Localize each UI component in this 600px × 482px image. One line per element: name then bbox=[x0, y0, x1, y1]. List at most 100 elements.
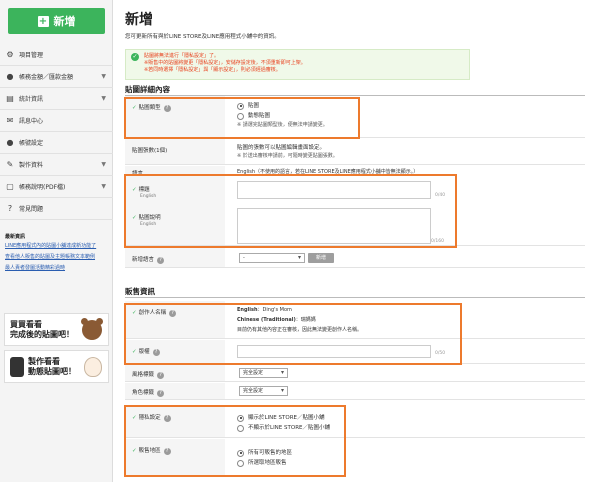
copyright-input[interactable] bbox=[237, 345, 431, 358]
section-title-details: 貼圖詳細內容 bbox=[125, 85, 170, 94]
character-tag-select[interactable]: 完全設定 bbox=[239, 386, 288, 396]
field-label: ✓ 貼圖類型? bbox=[125, 96, 225, 137]
section-title-sales: 販售資訊 bbox=[125, 287, 155, 296]
field-label: 新增語言? bbox=[125, 248, 225, 267]
question-icon[interactable]: ? bbox=[157, 372, 165, 379]
privacy-options: 顯示於LINE STORE／貼圖小舖 不顯示於LINE STORE／貼圖小舖 bbox=[237, 413, 330, 433]
sidebar-item-label: 帳務說明(PDF檔) bbox=[19, 184, 66, 191]
sidebar-item-billing[interactable]: ● 帳務金額／匯款金額 ▼ bbox=[0, 66, 113, 88]
row-privacy: ✓ 隱私設定? 顯示於LINE STORE／貼圖小舖 不顯示於LINE STORE… bbox=[125, 406, 585, 438]
message-icon: ✉ bbox=[6, 115, 14, 125]
description-textarea[interactable] bbox=[237, 208, 431, 244]
field-label: 語言 bbox=[125, 166, 225, 178]
language-select[interactable]: - bbox=[239, 253, 305, 263]
question-icon[interactable]: ? bbox=[163, 448, 171, 455]
news-link[interactable]: 最人責者發圖活動精彩過時 bbox=[5, 264, 109, 272]
radio-show-in-store[interactable]: 顯示於LINE STORE／貼圖小舖 bbox=[237, 413, 330, 423]
row-description: ✓ 貼圖說明 English 0/160 bbox=[125, 206, 585, 246]
sidebar-item-production[interactable]: ✎ 製作資料 ▼ bbox=[0, 154, 113, 176]
banner-text: 買買看看 bbox=[10, 319, 42, 329]
question-icon[interactable]: ? bbox=[157, 257, 165, 264]
tools-icon: ✎ bbox=[6, 159, 14, 169]
banner-text: 完成後的貼圖吧！ bbox=[10, 329, 74, 339]
sidebar-item-label: 常見問題 bbox=[19, 206, 44, 213]
question-icon[interactable]: ? bbox=[169, 310, 177, 317]
sticker-count-info: 貼圖的張數可以貼圖編輯畫面設定。 ※ 於送出審核申請前，可隨時變更貼圖張數。 bbox=[237, 145, 338, 159]
radio-animated-sticker[interactable]: 動態貼圖 bbox=[237, 111, 328, 121]
main-content: 新增 您可更新所有與於LINE STORE及LINE應用程式小舖中的資訊。 ✓ … bbox=[114, 0, 600, 482]
question-icon[interactable]: ? bbox=[163, 105, 171, 112]
field-label: 貼圖張數(1個) bbox=[125, 139, 225, 164]
sidebar-item-stats[interactable]: ▤ 統計資訊 ▼ bbox=[0, 88, 113, 110]
row-style-tag: 風格標籤? 完全設定 bbox=[125, 365, 585, 382]
sticker-type-note: ※ 請選完貼圖類型後，便無法申請變更。 bbox=[237, 122, 328, 128]
sidebar-item-billing-pdf[interactable]: ▢ 帳務說明(PDF檔) ▼ bbox=[0, 176, 113, 198]
page-subtitle: 您可更新所有與於LINE STORE及LINE應用程式小舖中的資訊。 bbox=[125, 34, 280, 40]
creator-info: English：Ding's Mom Chinese (Traditional)… bbox=[237, 307, 363, 333]
char-count: 0/160 bbox=[431, 239, 444, 244]
chevron-down-icon: ▼ bbox=[101, 95, 106, 102]
field-label: ✓ 版權? bbox=[125, 340, 225, 363]
chevron-down-icon: ▼ bbox=[101, 73, 106, 80]
radio-all-regions[interactable]: 所有可販售的地區 bbox=[237, 448, 292, 458]
banner-text: 製作看看 bbox=[28, 356, 60, 366]
news-link[interactable]: LINE應用程式內的貼圖小舖達成新功能了 bbox=[5, 242, 109, 250]
char-count: 0/50 bbox=[435, 351, 446, 356]
add-language-button[interactable]: 新增 bbox=[308, 253, 334, 263]
question-icon[interactable]: ? bbox=[163, 415, 171, 422]
chevron-down-icon: ▼ bbox=[101, 183, 106, 190]
sidebar-item-label: 帳務金額／匯款金額 bbox=[19, 74, 74, 81]
question-icon[interactable]: ? bbox=[152, 349, 160, 356]
plus-icon: + bbox=[37, 15, 49, 27]
banner-text: 動態貼圖吧！ bbox=[28, 366, 76, 376]
help-icon: ? bbox=[7, 203, 13, 213]
sidebar-item-messages[interactable]: ✉ 訊息中心 bbox=[0, 110, 113, 132]
coin-icon: ● bbox=[6, 71, 14, 81]
row-add-language: 新增語言? - 新增 bbox=[125, 248, 585, 268]
divider bbox=[125, 297, 585, 298]
field-label: ✓ 創作人名稱? bbox=[125, 301, 225, 338]
sidebar-item-label: 項目管理 bbox=[19, 52, 44, 59]
region-options: 所有可販售的地區 所選取地區販售 bbox=[237, 448, 292, 468]
check-icon: ✓ bbox=[131, 53, 139, 61]
radio-hide-in-store[interactable]: 不顯示於LINE STORE／貼圖小舖 bbox=[237, 423, 330, 433]
page-title: 新增 bbox=[125, 12, 153, 28]
sidebar: + 新增 ⚙ 項目管理 ● 帳務金額／匯款金額 ▼ ▤ 統計資訊 ▼ ✉ 訊息中… bbox=[0, 0, 113, 482]
user-icon: ● bbox=[6, 137, 14, 147]
row-creator: ✓ 創作人名稱? English：Ding's Mom Chinese (Trad… bbox=[125, 301, 585, 339]
row-region: ✓ 販售地區? 所有可販售的地區 所選取地區販售 bbox=[125, 439, 585, 475]
notice-line: 貼圖將無法進行「隱私設定」了。 bbox=[144, 53, 220, 59]
char-count: 0/40 bbox=[435, 193, 446, 198]
sticker-type-options: 貼圖 動態貼圖 ※ 請選完貼圖類型後，便無法申請變更。 bbox=[237, 101, 328, 129]
news-panel: 最新資訊 LINE應用程式內的貼圖小舖達成新功能了 查看他人販售的貼圖及主題帳務… bbox=[5, 233, 109, 275]
gear-icon: ⚙ bbox=[6, 49, 14, 59]
field-label: 角色標籤? bbox=[125, 383, 225, 399]
sidebar-nav: ⚙ 項目管理 ● 帳務金額／匯款金額 ▼ ▤ 統計資訊 ▼ ✉ 訊息中心 ● 帳… bbox=[0, 44, 113, 220]
sidebar-item-project[interactable]: ⚙ 項目管理 bbox=[0, 44, 113, 66]
radio-selected-regions[interactable]: 所選取地區販售 bbox=[237, 458, 292, 468]
row-copyright: ✓ 版權? 0/50 bbox=[125, 340, 585, 364]
chart-icon: ▤ bbox=[6, 93, 14, 103]
sidebar-item-faq[interactable]: ? 常見問題 bbox=[0, 198, 113, 220]
sidebar-item-account[interactable]: ● 帳號設定 bbox=[0, 132, 113, 154]
field-label: ✓ 販售地區? bbox=[125, 439, 225, 475]
document-icon: ▢ bbox=[6, 181, 14, 191]
row-sticker-type: ✓ 貼圖類型? 貼圖 動態貼圖 ※ 請選完貼圖類型後，便無法申請變更。 bbox=[125, 96, 585, 138]
new-button[interactable]: + 新增 bbox=[8, 8, 105, 34]
sidebar-item-label: 統計資訊 bbox=[19, 96, 44, 103]
title-input[interactable] bbox=[237, 181, 431, 199]
style-tag-select[interactable]: 完全設定 bbox=[239, 368, 288, 378]
field-label: ✓ 隱私設定? bbox=[125, 406, 225, 437]
banner-buy[interactable]: 買買看看 完成後的貼圖吧！ bbox=[4, 313, 109, 346]
question-icon[interactable]: ? bbox=[157, 390, 165, 397]
row-character-tag: 角色標籤? 完全設定 bbox=[125, 383, 585, 400]
news-title: 最新資訊 bbox=[5, 234, 26, 240]
row-sticker-count: 貼圖張數(1個) 貼圖的張數可以貼圖編輯畫面設定。 ※ 於送出審核申請前，可隨時… bbox=[125, 139, 585, 165]
sidebar-item-label: 訊息中心 bbox=[19, 118, 44, 125]
radio-sticker[interactable]: 貼圖 bbox=[237, 101, 328, 111]
bear-character-icon bbox=[81, 317, 103, 340]
chevron-down-icon: ▼ bbox=[101, 161, 106, 168]
field-label: ✓ 貼圖說明 English bbox=[125, 206, 225, 245]
news-link[interactable]: 查看他人販售的貼圖及主題帳務文本範例 bbox=[5, 253, 109, 261]
banner-make[interactable]: 製作看看 動態貼圖吧！ bbox=[4, 350, 109, 383]
